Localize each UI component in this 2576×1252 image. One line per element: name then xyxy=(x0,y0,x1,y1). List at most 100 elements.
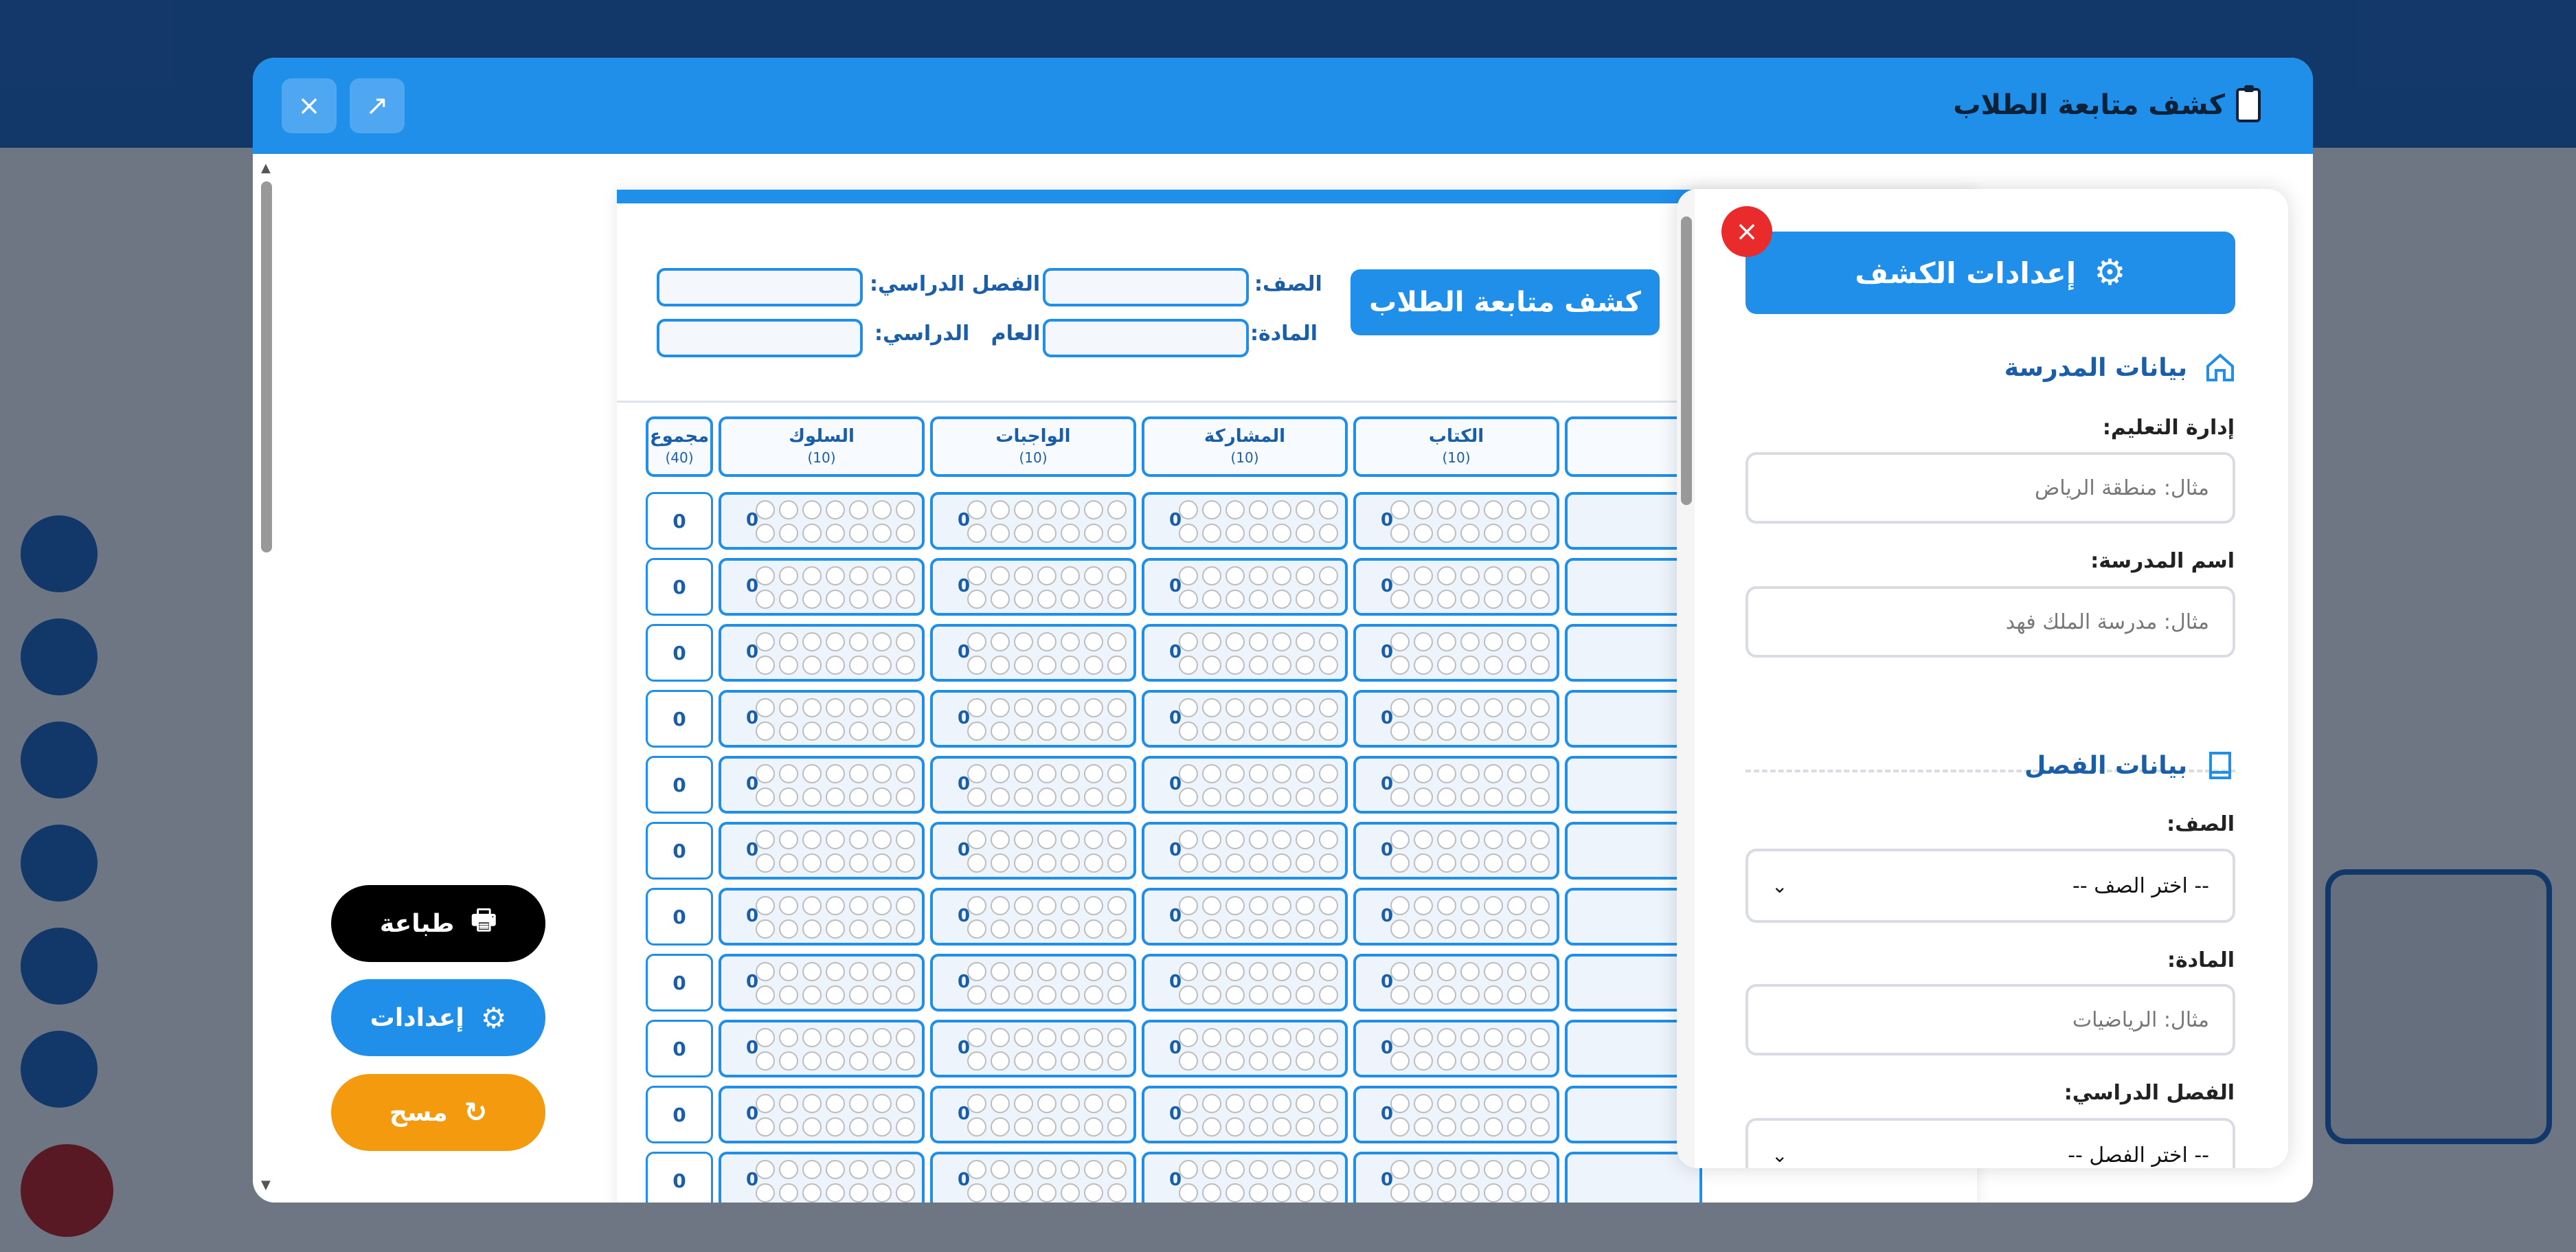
score-cell[interactable]: 0 xyxy=(930,1020,1136,1077)
score-bubble[interactable] xyxy=(1084,524,1103,543)
score-bubble[interactable] xyxy=(1202,590,1221,609)
score-cell[interactable]: 0 xyxy=(1353,558,1559,616)
score-bubble[interactable] xyxy=(1507,566,1526,585)
score-bubble[interactable] xyxy=(1107,632,1127,651)
score-bubble[interactable] xyxy=(1414,1051,1433,1071)
score-bubble[interactable] xyxy=(826,896,845,915)
score-bubble[interactable] xyxy=(1414,1183,1433,1203)
score-bubble[interactable] xyxy=(1014,853,1033,873)
score-bubble[interactable] xyxy=(1249,896,1268,915)
score-bubble[interactable] xyxy=(1319,1028,1338,1047)
score-bubble[interactable] xyxy=(1014,787,1033,807)
score-bubble[interactable] xyxy=(1014,632,1033,651)
score-bubble[interactable] xyxy=(1061,962,1080,981)
score-bubble[interactable] xyxy=(1107,787,1127,807)
score-bubble[interactable] xyxy=(1530,722,1550,741)
score-bubble[interactable] xyxy=(802,1160,822,1179)
score-bubble[interactable] xyxy=(1460,896,1480,915)
score-bubble[interactable] xyxy=(1460,1160,1480,1179)
score-bubble[interactable] xyxy=(826,1028,845,1047)
score-bubble[interactable] xyxy=(756,1160,775,1179)
score-bubble[interactable] xyxy=(1225,787,1245,807)
score-bubble[interactable] xyxy=(779,632,798,651)
score-bubble[interactable] xyxy=(1296,590,1315,609)
score-bubble[interactable] xyxy=(872,919,892,939)
score-bubble[interactable] xyxy=(849,1028,868,1047)
score-cell[interactable]: 0 xyxy=(930,690,1136,748)
score-bubble[interactable] xyxy=(1390,656,1410,675)
score-bubble[interactable] xyxy=(756,985,775,1005)
score-bubble[interactable] xyxy=(1037,962,1057,981)
score-bubble[interactable] xyxy=(849,1094,868,1113)
score-bubble[interactable] xyxy=(756,1051,775,1071)
score-bubble[interactable] xyxy=(1319,962,1338,981)
score-bubble[interactable] xyxy=(1414,590,1433,609)
score-bubble[interactable] xyxy=(1225,853,1245,873)
score-bubble[interactable] xyxy=(1014,1160,1033,1179)
score-bubble[interactable] xyxy=(826,632,845,651)
score-bubble[interactable] xyxy=(1179,1117,1198,1137)
score-bubble[interactable] xyxy=(1484,830,1503,849)
score-cell[interactable]: 0 xyxy=(1142,1020,1348,1077)
score-bubble[interactable] xyxy=(826,985,845,1005)
close-panel-button[interactable]: × xyxy=(1721,206,1772,257)
score-bubble[interactable] xyxy=(1414,1094,1433,1113)
score-bubble[interactable] xyxy=(872,566,892,585)
score-bubble[interactable] xyxy=(802,1051,822,1071)
score-bubble[interactable] xyxy=(967,524,986,543)
score-bubble[interactable] xyxy=(1107,524,1127,543)
score-bubble[interactable] xyxy=(849,919,868,939)
score-bubble[interactable] xyxy=(1107,1183,1127,1203)
score-bubble[interactable] xyxy=(802,764,822,783)
score-bubble[interactable] xyxy=(1484,722,1503,741)
score-bubble[interactable] xyxy=(1014,896,1033,915)
score-bubble[interactable] xyxy=(1319,853,1338,873)
score-bubble[interactable] xyxy=(991,1183,1010,1203)
score-bubble[interactable] xyxy=(1530,896,1550,915)
score-bubble[interactable] xyxy=(1460,764,1480,783)
score-bubble[interactable] xyxy=(1390,896,1410,915)
score-bubble[interactable] xyxy=(1414,764,1433,783)
subject-input[interactable]: مثال: الرياضيات xyxy=(1745,984,2235,1055)
score-bubble[interactable] xyxy=(1390,1117,1410,1137)
close-button[interactable]: × xyxy=(282,78,337,133)
score-bubble[interactable] xyxy=(1202,896,1221,915)
score-bubble[interactable] xyxy=(1319,698,1338,717)
score-bubble[interactable] xyxy=(872,1160,892,1179)
score-bubble[interactable] xyxy=(1202,524,1221,543)
score-bubble[interactable] xyxy=(1390,1051,1410,1071)
score-bubble[interactable] xyxy=(1179,524,1198,543)
score-bubble[interactable] xyxy=(1390,764,1410,783)
score-bubble[interactable] xyxy=(967,698,986,717)
score-bubble[interactable] xyxy=(826,722,845,741)
score-bubble[interactable] xyxy=(1414,787,1433,807)
score-bubble[interactable] xyxy=(1437,853,1456,873)
score-bubble[interactable] xyxy=(872,632,892,651)
print-button[interactable]: 🖶 طباعة xyxy=(331,885,545,962)
score-bubble[interactable] xyxy=(1202,919,1221,939)
score-bubble[interactable] xyxy=(1084,722,1103,741)
score-bubble[interactable] xyxy=(1037,1051,1057,1071)
score-bubble[interactable] xyxy=(1084,1028,1103,1047)
score-bubble[interactable] xyxy=(826,524,845,543)
score-bubble[interactable] xyxy=(1530,632,1550,651)
score-bubble[interactable] xyxy=(1437,896,1456,915)
score-bubble[interactable] xyxy=(849,632,868,651)
score-cell[interactable]: 0 xyxy=(1353,1020,1559,1077)
score-bubble[interactable] xyxy=(1014,566,1033,585)
score-bubble[interactable] xyxy=(1225,919,1245,939)
score-bubble[interactable] xyxy=(1014,590,1033,609)
score-bubble[interactable] xyxy=(872,500,892,519)
score-bubble[interactable] xyxy=(1272,1160,1291,1179)
score-bubble[interactable] xyxy=(1390,698,1410,717)
score-bubble[interactable] xyxy=(1484,962,1503,981)
score-bubble[interactable] xyxy=(1249,1160,1268,1179)
score-bubble[interactable] xyxy=(1437,1051,1456,1071)
score-bubble[interactable] xyxy=(802,985,822,1005)
score-bubble[interactable] xyxy=(896,1117,915,1137)
score-bubble[interactable] xyxy=(1225,896,1245,915)
score-bubble[interactable] xyxy=(1437,722,1456,741)
score-bubble[interactable] xyxy=(896,764,915,783)
score-bubble[interactable] xyxy=(1037,853,1057,873)
score-bubble[interactable] xyxy=(779,1160,798,1179)
